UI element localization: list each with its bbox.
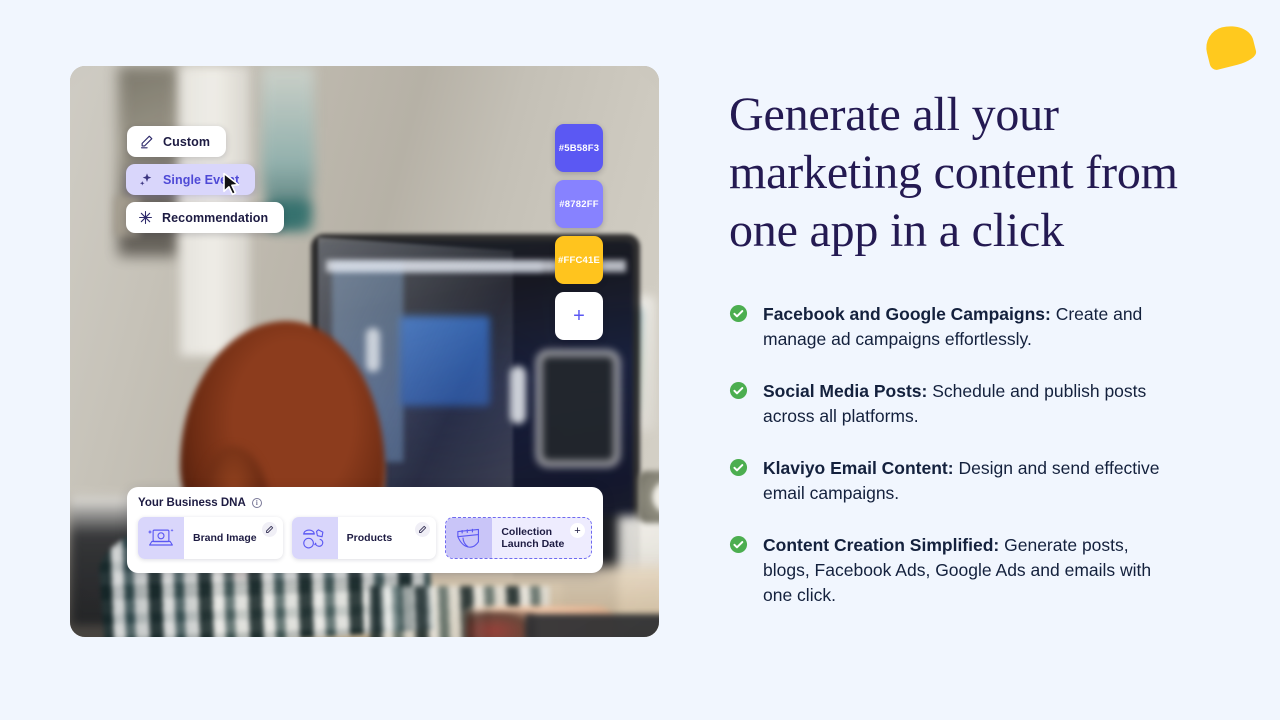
feature-item: Klaviyo Email Content: Design and send e… bbox=[729, 456, 1209, 506]
tile-brand-image[interactable]: Brand Image bbox=[138, 517, 283, 559]
color-swatch[interactable]: #8782FF bbox=[555, 180, 603, 228]
chip-recommendation-label: Recommendation bbox=[162, 210, 269, 225]
asterisk-icon bbox=[138, 210, 153, 225]
check-circle-icon bbox=[729, 304, 748, 323]
tile-products[interactable]: Products bbox=[291, 517, 437, 559]
check-circle-icon bbox=[729, 535, 748, 554]
feature-text: Facebook and Google Campaigns: Create an… bbox=[763, 302, 1163, 352]
color-swatch-hex: #FFC41E bbox=[557, 254, 601, 266]
feature-title: Facebook and Google Campaigns: bbox=[763, 304, 1051, 324]
business-dna-title: Your Business DNA bbox=[138, 497, 246, 509]
feature-title: Klaviyo Email Content: bbox=[763, 458, 954, 478]
page-title: Generate all your marketing content from… bbox=[729, 88, 1178, 257]
color-swatch-hex: #5B58F3 bbox=[558, 142, 600, 154]
calendar-icon bbox=[446, 518, 493, 558]
chip-recommendation[interactable]: Recommendation bbox=[126, 202, 285, 233]
feature-text: Content Creation Simplified: Generate po… bbox=[763, 533, 1163, 608]
chip-custom-label: Custom bbox=[163, 134, 211, 149]
mouse-pointer-icon bbox=[222, 172, 242, 198]
pencil-icon bbox=[419, 525, 427, 533]
leaf-shape-decoration bbox=[1201, 20, 1259, 72]
check-circle-icon bbox=[729, 458, 748, 477]
tile-add-button[interactable]: + bbox=[570, 523, 586, 538]
add-color-swatch-button[interactable]: + bbox=[555, 292, 603, 340]
check-circle-icon bbox=[729, 381, 748, 400]
chip-custom[interactable]: Custom bbox=[127, 126, 227, 157]
content-column: Generate all your marketing content from… bbox=[729, 86, 1209, 635]
product-screenshot-panel: Custom Single Event Recommendation #5B58… bbox=[70, 66, 659, 637]
laptop-sparkle-icon bbox=[138, 517, 184, 559]
business-dna-header: Your Business DNA i bbox=[138, 497, 592, 509]
feature-item: Facebook and Google Campaigns: Create an… bbox=[729, 302, 1209, 352]
products-icon bbox=[291, 517, 338, 559]
plus-icon: + bbox=[573, 305, 585, 327]
color-swatch-hex: #8782FF bbox=[559, 198, 599, 210]
business-dna-card: Your Business DNA i Brand Image Products… bbox=[127, 487, 603, 573]
feature-list: Facebook and Google Campaigns: Create an… bbox=[729, 302, 1209, 608]
page-root: Custom Single Event Recommendation #5B58… bbox=[0, 0, 1280, 720]
feature-text: Klaviyo Email Content: Design and send e… bbox=[763, 456, 1163, 506]
feature-item: Content Creation Simplified: Generate po… bbox=[729, 533, 1209, 608]
feature-title: Content Creation Simplified: bbox=[763, 535, 1000, 555]
feature-title: Social Media Posts: bbox=[763, 381, 928, 401]
tile-collection-launch-date[interactable]: Collection Launch Date + bbox=[445, 517, 593, 559]
color-swatch[interactable]: #5B58F3 bbox=[555, 124, 603, 172]
feature-item: Social Media Posts: Schedule and publish… bbox=[729, 379, 1209, 429]
business-dna-tiles: Brand Image Products Collection Launch D… bbox=[138, 517, 593, 559]
sparkle-icon bbox=[138, 172, 154, 188]
pencil-icon bbox=[139, 134, 154, 149]
info-icon[interactable]: i bbox=[251, 498, 262, 508]
feature-text: Social Media Posts: Schedule and publish… bbox=[763, 379, 1163, 429]
tile-edit-button[interactable] bbox=[261, 522, 277, 537]
color-swatch[interactable]: #FFC41E bbox=[555, 236, 603, 284]
pencil-icon bbox=[265, 525, 273, 533]
